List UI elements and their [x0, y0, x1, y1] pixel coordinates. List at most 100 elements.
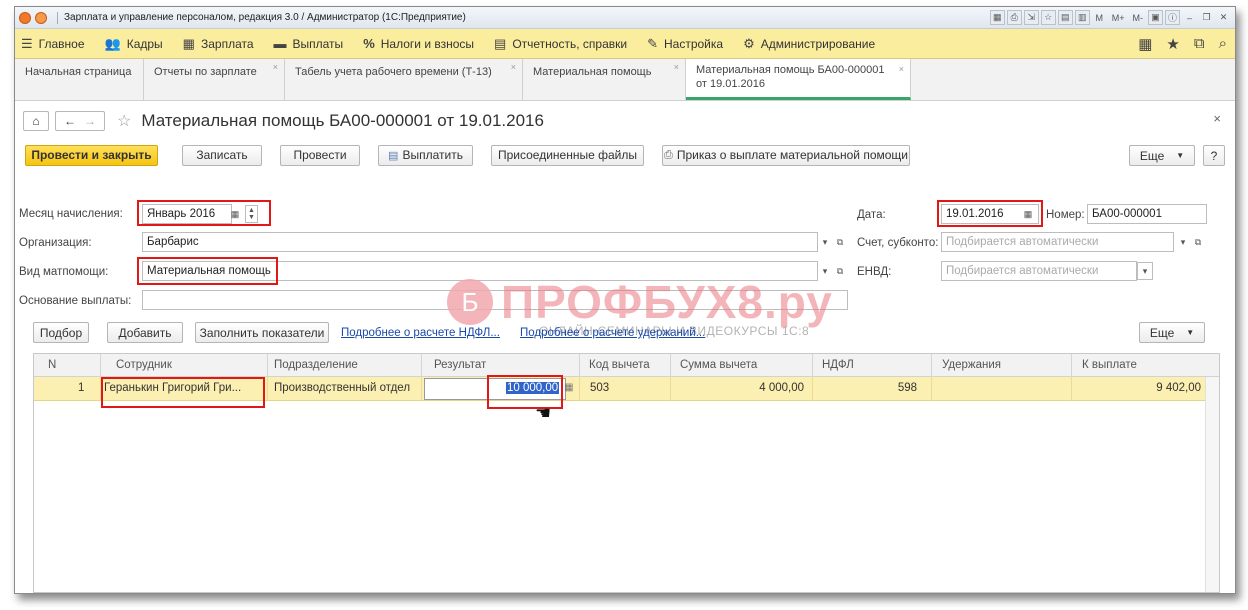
table-scrollbar[interactable] [1205, 377, 1219, 592]
menu-item-admin[interactable]: ⚙ Администрирование [743, 36, 875, 52]
toolbar-right: Еще ▼ ? [1129, 145, 1225, 166]
grid-menu-icon[interactable]: ▦ [1138, 35, 1152, 53]
menu-item-taxes[interactable]: % Налоги и взносы [363, 36, 474, 51]
tab-close-icon[interactable]: × [273, 62, 278, 72]
tab-label: Табель учета рабочего времени (Т-13) [295, 66, 492, 78]
titlebar-separator [57, 11, 58, 24]
col-result[interactable]: Результат [434, 359, 486, 371]
menu-right-tools: ▦ ★ ⧉ ⌕ [1138, 35, 1227, 53]
table-more-button[interactable]: Еще ▼ [1139, 322, 1205, 343]
calendar-icon[interactable]: ▦ [228, 205, 242, 223]
app-menu-icon[interactable] [35, 11, 47, 24]
org-dropdown-icon[interactable]: ▾ [818, 233, 832, 251]
menu-item-label: Главное [38, 36, 85, 51]
cell-deduct-sum[interactable]: 4 000,00 [759, 382, 804, 394]
account-open-icon[interactable]: ⧉ [1191, 233, 1205, 251]
calendar-tool-icon[interactable]: ▤ [1057, 10, 1073, 25]
tab-home[interactable]: Начальная страница [15, 59, 144, 100]
help-button[interactable]: ? [1203, 145, 1225, 166]
date-calendar-icon[interactable]: ▦ [1021, 205, 1035, 223]
envd-dropdown-icon[interactable]: ▾ [1137, 262, 1153, 280]
star-icon[interactable]: ★ [1166, 35, 1179, 53]
deductions-details-link[interactable]: Подробнее о расчете удержаний... [520, 327, 705, 339]
org-open-icon[interactable]: ⧉ [833, 233, 847, 251]
memory-m-button[interactable]: M [1092, 10, 1107, 25]
forward-arrow-icon[interactable]: → [84, 114, 96, 128]
history-nav: ← → [55, 111, 105, 131]
tab-close-icon[interactable]: × [899, 62, 904, 76]
ndfl-details-link[interactable]: Подробнее о расчете НДФЛ... [341, 327, 500, 339]
col-ndfl[interactable]: НДФЛ [822, 359, 854, 371]
month-stepper[interactable]: ▲ ▼ [245, 205, 258, 223]
menu-item-payments[interactable]: ▬ Выплаты [274, 36, 344, 51]
save-button[interactable]: Записать [182, 144, 262, 166]
basis-input[interactable] [142, 290, 848, 310]
more-label: Еще [1139, 148, 1165, 163]
memory-mplus-button[interactable]: M+ [1109, 10, 1128, 25]
report-icon: ▤ [494, 35, 507, 51]
account-input[interactable]: Подбирается автоматически [941, 232, 1174, 252]
attached-files-button[interactable]: Присоединенные файлы [491, 144, 644, 166]
fill-indicators-button[interactable]: Заполнить показатели [195, 322, 329, 343]
menu-item-settings[interactable]: ✎ Настройка [647, 36, 723, 52]
menu-item-reports[interactable]: ▤ Отчетность, справки [494, 36, 627, 52]
more-button[interactable]: Еще ▼ [1129, 145, 1195, 166]
account-dropdown-icon[interactable]: ▾ [1176, 233, 1190, 251]
tab-close-icon[interactable]: × [511, 62, 516, 72]
print-order-button[interactable]: ⎙ Приказ о выплате материальной помощи [662, 144, 910, 166]
col-code[interactable]: Код вычета [589, 359, 650, 371]
memory-mminus-button[interactable]: M- [1129, 10, 1146, 25]
cell-code[interactable]: 503 [590, 382, 609, 394]
windows-icon[interactable]: ▣ [1147, 10, 1163, 25]
back-arrow-icon[interactable]: ← [64, 114, 76, 128]
maximize-icon[interactable]: ❐ [1199, 10, 1214, 25]
tab-close-icon[interactable]: × [674, 62, 679, 72]
favorite-star-icon[interactable]: ☆ [117, 111, 131, 131]
col-separator [100, 354, 101, 377]
col-employee[interactable]: Сотрудник [116, 359, 172, 371]
aid-type-dropdown-icon[interactable]: ▾ [818, 262, 832, 280]
col-n[interactable]: N [48, 359, 56, 371]
print-tool-icon[interactable]: ⎙ [1006, 10, 1022, 25]
cell-employee[interactable]: Геранькин Григорий Гри... [104, 382, 241, 394]
aid-type-open-icon[interactable]: ⧉ [833, 262, 847, 280]
number-input[interactable]: БА00-000001 [1087, 204, 1207, 224]
minimize-icon[interactable]: – [1182, 10, 1197, 25]
cell-separator [267, 377, 268, 401]
col-pay[interactable]: К выплате [1082, 359, 1137, 371]
close-window-icon[interactable]: ✕ [1216, 10, 1231, 25]
menu-item-salary[interactable]: ▦ Зарплата [183, 36, 254, 52]
pick-button[interactable]: Подбор [33, 322, 89, 343]
post-button[interactable]: Провести [280, 144, 360, 166]
close-form-icon[interactable]: × [1213, 111, 1221, 126]
home-button[interactable]: ⌂ [23, 111, 49, 131]
col-dept[interactable]: Подразделение [274, 359, 358, 371]
tab-salary-reports[interactable]: Отчеты по зарплате × [144, 59, 285, 100]
cell-result[interactable]: 10 000,00 [506, 382, 560, 394]
link-tool-icon[interactable]: ⇲ [1023, 10, 1039, 25]
col-deduct-sum[interactable]: Сумма вычета [680, 359, 757, 371]
table-row[interactable]: 1 Геранькин Григорий Гри... Производстве… [34, 377, 1219, 401]
tab-aid-list[interactable]: Материальная помощь × [523, 59, 686, 100]
search-icon[interactable]: ⌕ [1219, 35, 1227, 53]
calc-tool-icon[interactable]: ▥ [1074, 10, 1090, 25]
history-icon[interactable]: ⧉ [1194, 35, 1205, 53]
menu-item-hr[interactable]: 👥 Кадры [105, 36, 163, 52]
org-input[interactable]: Барбарис [142, 232, 818, 252]
col-withhold[interactable]: Удержания [942, 359, 1001, 371]
envd-label: ЕНВД: [857, 266, 892, 278]
add-button[interactable]: Добавить [107, 322, 183, 343]
nav-tool-icon[interactable]: ▦ [989, 10, 1005, 25]
post-and-close-button[interactable]: Провести и закрыть [25, 144, 158, 166]
tab-timesheet[interactable]: Табель учета рабочего времени (Т-13) × [285, 59, 523, 100]
favorite-tool-icon[interactable]: ☆ [1040, 10, 1056, 25]
calculator-icon[interactable]: ▦ [564, 382, 573, 393]
info-icon[interactable]: ⓘ [1164, 10, 1180, 25]
tab-aid-document[interactable]: Материальная помощь БА00-000001 от 19.01… [686, 59, 911, 100]
pay-button[interactable]: ▤ Выплатить [378, 144, 473, 166]
aid-type-input[interactable]: Материальная помощь [142, 261, 818, 281]
cell-dept[interactable]: Производственный отдел [274, 382, 410, 394]
month-input[interactable]: Январь 2016 [142, 204, 232, 224]
envd-input[interactable]: Подбирается автоматически [941, 261, 1137, 281]
menu-item-main[interactable]: ☰ Главное [21, 36, 85, 52]
